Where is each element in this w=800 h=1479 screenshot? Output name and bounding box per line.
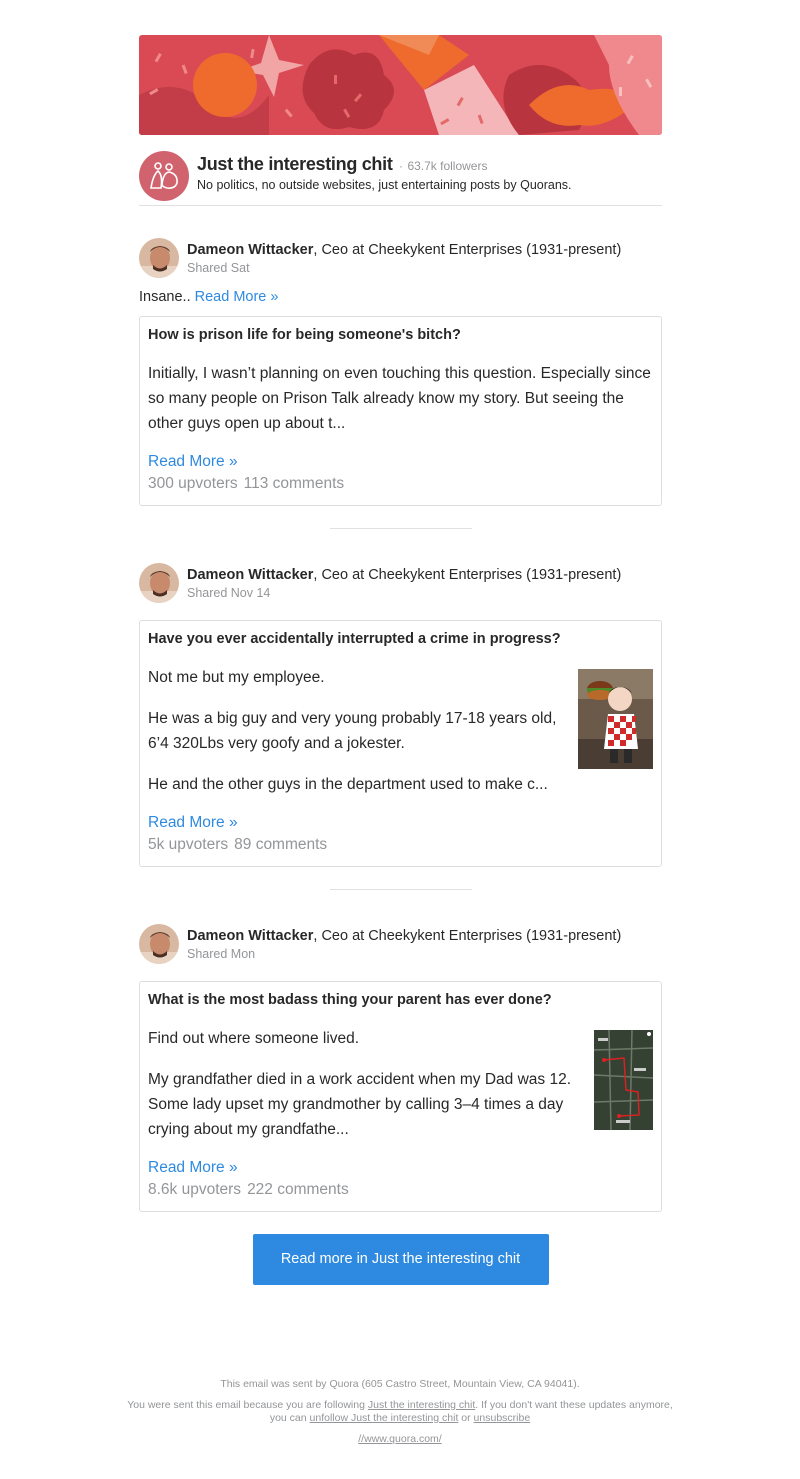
footer-sender-line: This email was sent by Quora (605 Castro… [220,1378,580,1390]
cta-container: Read more in Just the interesting chit [139,1234,662,1285]
space-banner-image[interactable] [139,35,662,135]
space-followers: 63.7k followers [407,159,488,173]
footer-or-text: or [458,1412,474,1424]
answer-stats: 8.6k upvoters 222 comments [148,1179,653,1201]
answer-stats: 300 upvoters 113 comments [148,473,653,495]
answer-thumbnail-image[interactable] [578,669,653,769]
comments-count: 113 comments [243,475,345,492]
story-divider [329,528,472,529]
answer-paragraph: Find out where someone lived. [148,1030,360,1047]
footer-unsubscribe-link[interactable]: unsubscribe [474,1412,531,1424]
author-row: Dameon Wittacker, Ceo at Cheekykent Ente… [139,563,662,603]
couple-icon [150,162,178,189]
comments-count: 222 comments [247,1181,349,1198]
upvoters-count: 5k upvoters [148,836,229,853]
answer-paragraph: Not me but my employee. [148,669,325,686]
author-name[interactable]: Dameon Wittacker [187,567,313,583]
answer-paragraph: He and the other guys in the department … [148,776,548,793]
space-logo[interactable] [139,151,189,201]
question-title[interactable]: How is prison life for being someone's b… [148,326,653,344]
author-avatar[interactable] [139,563,179,603]
author-avatar[interactable] [139,238,179,278]
author-name[interactable]: Dameon Wittacker [187,242,313,258]
author-avatar[interactable] [139,924,179,964]
upvoters-count: 300 upvoters [148,475,238,492]
author-credential: , Ceo at Cheekykent Enterprises (1931-pr… [313,242,622,258]
shared-date: Shared Mon [187,947,256,961]
author-name[interactable]: Dameon Wittacker [187,928,313,944]
answer-stats: 5k upvoters 89 comments [148,834,653,856]
read-more-link[interactable]: Read More » [148,812,653,834]
author-row: Dameon Wittacker, Ceo at Cheekykent Ente… [139,924,662,964]
story-1: Dameon Wittacker, Ceo at Cheekykent Ente… [139,238,662,506]
answer-card[interactable]: What is the most badass thing your paren… [139,981,662,1212]
space-title[interactable]: Just the interesting chit [197,154,393,174]
answer-paragraph: He was a big guy and very young probably… [148,710,557,752]
email-body: Just the interesting chit · 63.7k follow… [139,35,662,1285]
footer-space-link[interactable]: Just the interesting chit [368,1399,475,1411]
shared-date: Shared Sat [187,261,250,275]
read-more-in-space-button[interactable]: Read more in Just the interesting chit [252,1234,549,1285]
story-2: Dameon Wittacker, Ceo at Cheekykent Ente… [139,563,662,867]
share-comment: Insane.. Read More » [139,288,662,306]
footer-reason-text: You were sent this email because you are… [127,1399,368,1411]
footer-reason-line: You were sent this email because you are… [120,1399,680,1425]
upvoters-count: 8.6k upvoters [148,1181,242,1198]
map-thumbnail-image[interactable] [594,1030,653,1130]
author-credential: , Ceo at Cheekykent Enterprises (1931-pr… [313,567,622,583]
answer-excerpt: Not me but my employee. He was a big guy… [148,665,564,797]
answer-card[interactable]: Have you ever accidentally interrupted a… [139,620,662,867]
answer-excerpt: Initially, I wasn’t planning on even tou… [148,361,653,436]
read-more-link[interactable]: Read More » [148,451,653,473]
space-description: No politics, no outside websites, just e… [197,178,572,192]
answer-card[interactable]: How is prison life for being someone's b… [139,316,662,506]
author-row: Dameon Wittacker, Ceo at Cheekykent Ente… [139,238,662,278]
shared-date: Shared Nov 14 [187,586,271,600]
read-more-link[interactable]: Read More » [148,1157,653,1179]
comments-count: 89 comments [234,836,328,853]
share-comment-read-more-link[interactable]: Read More » [195,289,279,305]
author-credential: , Ceo at Cheekykent Enterprises (1931-pr… [313,928,622,944]
story-divider [329,889,472,890]
footer-unfollow-link[interactable]: unfollow Just the interesting chit [310,1412,459,1424]
email-footer: This email was sent by Quora (605 Castro… [120,1378,680,1454]
footer-quora-url-link[interactable]: //www.quora.com/ [358,1433,441,1445]
question-title[interactable]: What is the most badass thing your paren… [148,991,653,1009]
answer-paragraph: Initially, I wasn’t planning on even tou… [148,365,651,432]
answer-excerpt: Find out where someone lived. My grandfa… [148,1026,580,1142]
question-title[interactable]: Have you ever accidentally interrupted a… [148,630,653,648]
share-comment-text: Insane.. [139,289,191,305]
separator-dot: · [398,159,403,173]
story-3: Dameon Wittacker, Ceo at Cheekykent Ente… [139,924,662,1212]
space-header: Just the interesting chit · 63.7k follow… [139,151,662,206]
answer-paragraph: My grandfather died in a work accident w… [148,1071,572,1138]
